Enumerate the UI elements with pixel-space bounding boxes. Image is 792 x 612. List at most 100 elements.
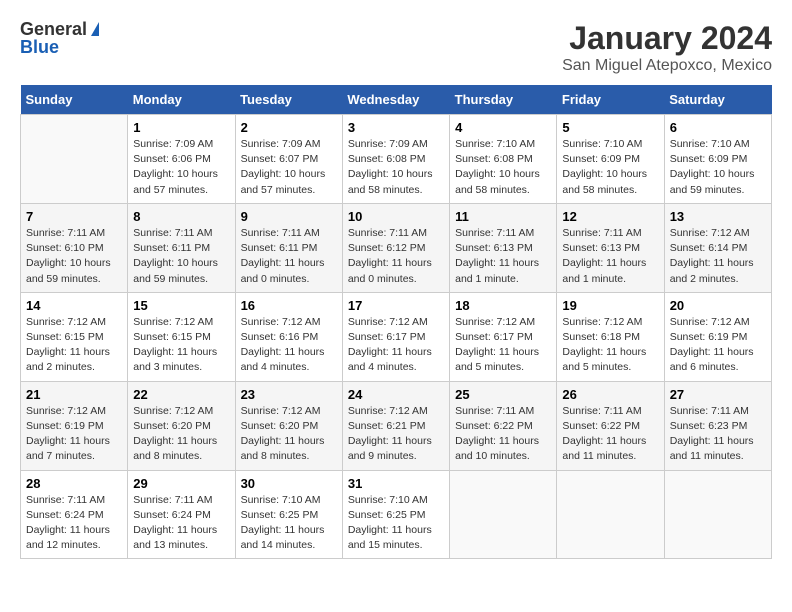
day-info: Sunrise: 7:10 AMSunset: 6:09 PMDaylight:… <box>670 137 766 198</box>
calendar-cell: 13 Sunrise: 7:12 AMSunset: 6:14 PMDayligh… <box>664 203 771 292</box>
header-monday: Monday <box>128 85 235 115</box>
calendar-cell: 25 Sunrise: 7:11 AMSunset: 6:22 PMDayligh… <box>450 381 557 470</box>
calendar-cell: 27 Sunrise: 7:11 AMSunset: 6:23 PMDayligh… <box>664 381 771 470</box>
day-number: 16 <box>241 298 337 313</box>
day-number: 5 <box>562 120 658 135</box>
day-number: 6 <box>670 120 766 135</box>
calendar-cell: 31 Sunrise: 7:10 AMSunset: 6:25 PMDayligh… <box>342 470 449 559</box>
calendar-cell: 11 Sunrise: 7:11 AMSunset: 6:13 PMDayligh… <box>450 203 557 292</box>
day-number: 22 <box>133 387 229 402</box>
header-sunday: Sunday <box>21 85 128 115</box>
calendar-cell: 15Sunrise: 7:12 AMSunset: 6:15 PMDayligh… <box>128 292 235 381</box>
calendar-cell: 4Sunrise: 7:10 AMSunset: 6:08 PMDaylight… <box>450 115 557 204</box>
calendar-cell: 10 Sunrise: 7:11 AMSunset: 6:12 PMDayligh… <box>342 203 449 292</box>
header-friday: Friday <box>557 85 664 115</box>
day-info: Sunrise: 7:10 AMSunset: 6:09 PMDaylight:… <box>562 137 658 198</box>
day-info: Sunrise: 7:11 AMSunset: 6:12 PMDaylight:… <box>348 226 444 287</box>
day-info: Sunrise: 7:11 AMSunset: 6:22 PMDaylight:… <box>562 404 658 465</box>
calendar-cell: 12 Sunrise: 7:11 AMSunset: 6:13 PMDayligh… <box>557 203 664 292</box>
calendar-cell <box>557 470 664 559</box>
day-number: 17 <box>348 298 444 313</box>
day-info: Sunrise: 7:12 AMSunset: 6:21 PMDaylight:… <box>348 404 444 465</box>
day-info: Sunrise: 7:10 AMSunset: 6:08 PMDaylight:… <box>455 137 551 198</box>
day-number: 3 <box>348 120 444 135</box>
calendar-cell: 26Sunrise: 7:11 AMSunset: 6:22 PMDayligh… <box>557 381 664 470</box>
day-number: 12 <box>562 209 658 224</box>
calendar-cell: 22 Sunrise: 7:12 AMSunset: 6:20 PMDayligh… <box>128 381 235 470</box>
day-number: 13 <box>670 209 766 224</box>
day-info: Sunrise: 7:11 AMSunset: 6:13 PMDaylight:… <box>562 226 658 287</box>
calendar-cell: 21 Sunrise: 7:12 AMSunset: 6:19 PMDayligh… <box>21 381 128 470</box>
day-info: Sunrise: 7:11 AMSunset: 6:22 PMDaylight:… <box>455 404 551 465</box>
day-info: Sunrise: 7:12 AMSunset: 6:14 PMDaylight:… <box>670 226 766 287</box>
day-info: Sunrise: 7:11 AMSunset: 6:11 PMDaylight:… <box>133 226 229 287</box>
calendar-title: January 2024 <box>562 20 772 57</box>
calendar-cell: 7Sunrise: 7:11 AMSunset: 6:10 PMDaylight… <box>21 203 128 292</box>
day-info: Sunrise: 7:11 AMSunset: 6:23 PMDaylight:… <box>670 404 766 465</box>
day-number: 29 <box>133 476 229 491</box>
calendar-cell <box>450 470 557 559</box>
day-number: 9 <box>241 209 337 224</box>
day-number: 8 <box>133 209 229 224</box>
calendar-cell: 30Sunrise: 7:10 AMSunset: 6:25 PMDayligh… <box>235 470 342 559</box>
day-info: Sunrise: 7:11 AMSunset: 6:11 PMDaylight:… <box>241 226 337 287</box>
day-info: Sunrise: 7:12 AMSunset: 6:15 PMDaylight:… <box>26 315 122 376</box>
day-number: 25 <box>455 387 551 402</box>
day-info: Sunrise: 7:12 AMSunset: 6:18 PMDaylight:… <box>562 315 658 376</box>
day-number: 28 <box>26 476 122 491</box>
day-number: 23 <box>241 387 337 402</box>
day-info: Sunrise: 7:10 AMSunset: 6:25 PMDaylight:… <box>241 493 337 554</box>
calendar-cell: 8 Sunrise: 7:11 AMSunset: 6:11 PMDaylight… <box>128 203 235 292</box>
calendar-cell: 18 Sunrise: 7:12 AMSunset: 6:17 PMDayligh… <box>450 292 557 381</box>
day-number: 31 <box>348 476 444 491</box>
calendar-cell: 19 Sunrise: 7:12 AMSunset: 6:18 PMDayligh… <box>557 292 664 381</box>
calendar-cell: 9 Sunrise: 7:11 AMSunset: 6:11 PMDaylight… <box>235 203 342 292</box>
calendar-cell: 6 Sunrise: 7:10 AMSunset: 6:09 PMDaylight… <box>664 115 771 204</box>
logo: General Blue <box>20 20 99 56</box>
day-info: Sunrise: 7:09 AMSunset: 6:07 PMDaylight:… <box>241 137 337 198</box>
calendar-cell: 1Sunrise: 7:09 AMSunset: 6:06 PMDaylight… <box>128 115 235 204</box>
day-number: 19 <box>562 298 658 313</box>
day-number: 27 <box>670 387 766 402</box>
calendar-table: SundayMondayTuesdayWednesdayThursdayFrid… <box>20 85 772 559</box>
header-saturday: Saturday <box>664 85 771 115</box>
calendar-cell: 16 Sunrise: 7:12 AMSunset: 6:16 PMDayligh… <box>235 292 342 381</box>
day-number: 10 <box>348 209 444 224</box>
calendar-cell: 28 Sunrise: 7:11 AMSunset: 6:24 PMDayligh… <box>21 470 128 559</box>
calendar-week-row: 1Sunrise: 7:09 AMSunset: 6:06 PMDaylight… <box>21 115 772 204</box>
day-info: Sunrise: 7:10 AMSunset: 6:25 PMDaylight:… <box>348 493 444 554</box>
calendar-cell: 14 Sunrise: 7:12 AMSunset: 6:15 PMDayligh… <box>21 292 128 381</box>
calendar-header-row: SundayMondayTuesdayWednesdayThursdayFrid… <box>21 85 772 115</box>
day-info: Sunrise: 7:12 AMSunset: 6:17 PMDaylight:… <box>348 315 444 376</box>
header-thursday: Thursday <box>450 85 557 115</box>
day-number: 7 <box>26 209 122 224</box>
day-info: Sunrise: 7:12 AMSunset: 6:20 PMDaylight:… <box>241 404 337 465</box>
day-number: 24 <box>348 387 444 402</box>
logo-blue-text: Blue <box>20 38 59 56</box>
logo-general-text: General <box>20 20 87 38</box>
calendar-cell: 2 Sunrise: 7:09 AMSunset: 6:07 PMDaylight… <box>235 115 342 204</box>
day-info: Sunrise: 7:11 AMSunset: 6:24 PMDaylight:… <box>133 493 229 554</box>
calendar-week-row: 21 Sunrise: 7:12 AMSunset: 6:19 PMDayligh… <box>21 381 772 470</box>
day-number: 20 <box>670 298 766 313</box>
day-info: Sunrise: 7:11 AMSunset: 6:13 PMDaylight:… <box>455 226 551 287</box>
day-info: Sunrise: 7:11 AMSunset: 6:24 PMDaylight:… <box>26 493 122 554</box>
calendar-cell: 20Sunrise: 7:12 AMSunset: 6:19 PMDayligh… <box>664 292 771 381</box>
day-number: 21 <box>26 387 122 402</box>
page-header: General Blue January 2024 San Miguel Ate… <box>20 20 772 75</box>
calendar-cell: 17 Sunrise: 7:12 AMSunset: 6:17 PMDayligh… <box>342 292 449 381</box>
calendar-week-row: 14 Sunrise: 7:12 AMSunset: 6:15 PMDayligh… <box>21 292 772 381</box>
day-info: Sunrise: 7:09 AMSunset: 6:08 PMDaylight:… <box>348 137 444 198</box>
day-number: 18 <box>455 298 551 313</box>
day-number: 2 <box>241 120 337 135</box>
day-info: Sunrise: 7:12 AMSunset: 6:17 PMDaylight:… <box>455 315 551 376</box>
day-info: Sunrise: 7:12 AMSunset: 6:19 PMDaylight:… <box>26 404 122 465</box>
day-number: 11 <box>455 209 551 224</box>
day-number: 1 <box>133 120 229 135</box>
day-info: Sunrise: 7:12 AMSunset: 6:16 PMDaylight:… <box>241 315 337 376</box>
day-info: Sunrise: 7:12 AMSunset: 6:20 PMDaylight:… <box>133 404 229 465</box>
day-number: 14 <box>26 298 122 313</box>
day-info: Sunrise: 7:12 AMSunset: 6:15 PMDaylight:… <box>133 315 229 376</box>
calendar-cell <box>664 470 771 559</box>
calendar-cell: 5 Sunrise: 7:10 AMSunset: 6:09 PMDaylight… <box>557 115 664 204</box>
